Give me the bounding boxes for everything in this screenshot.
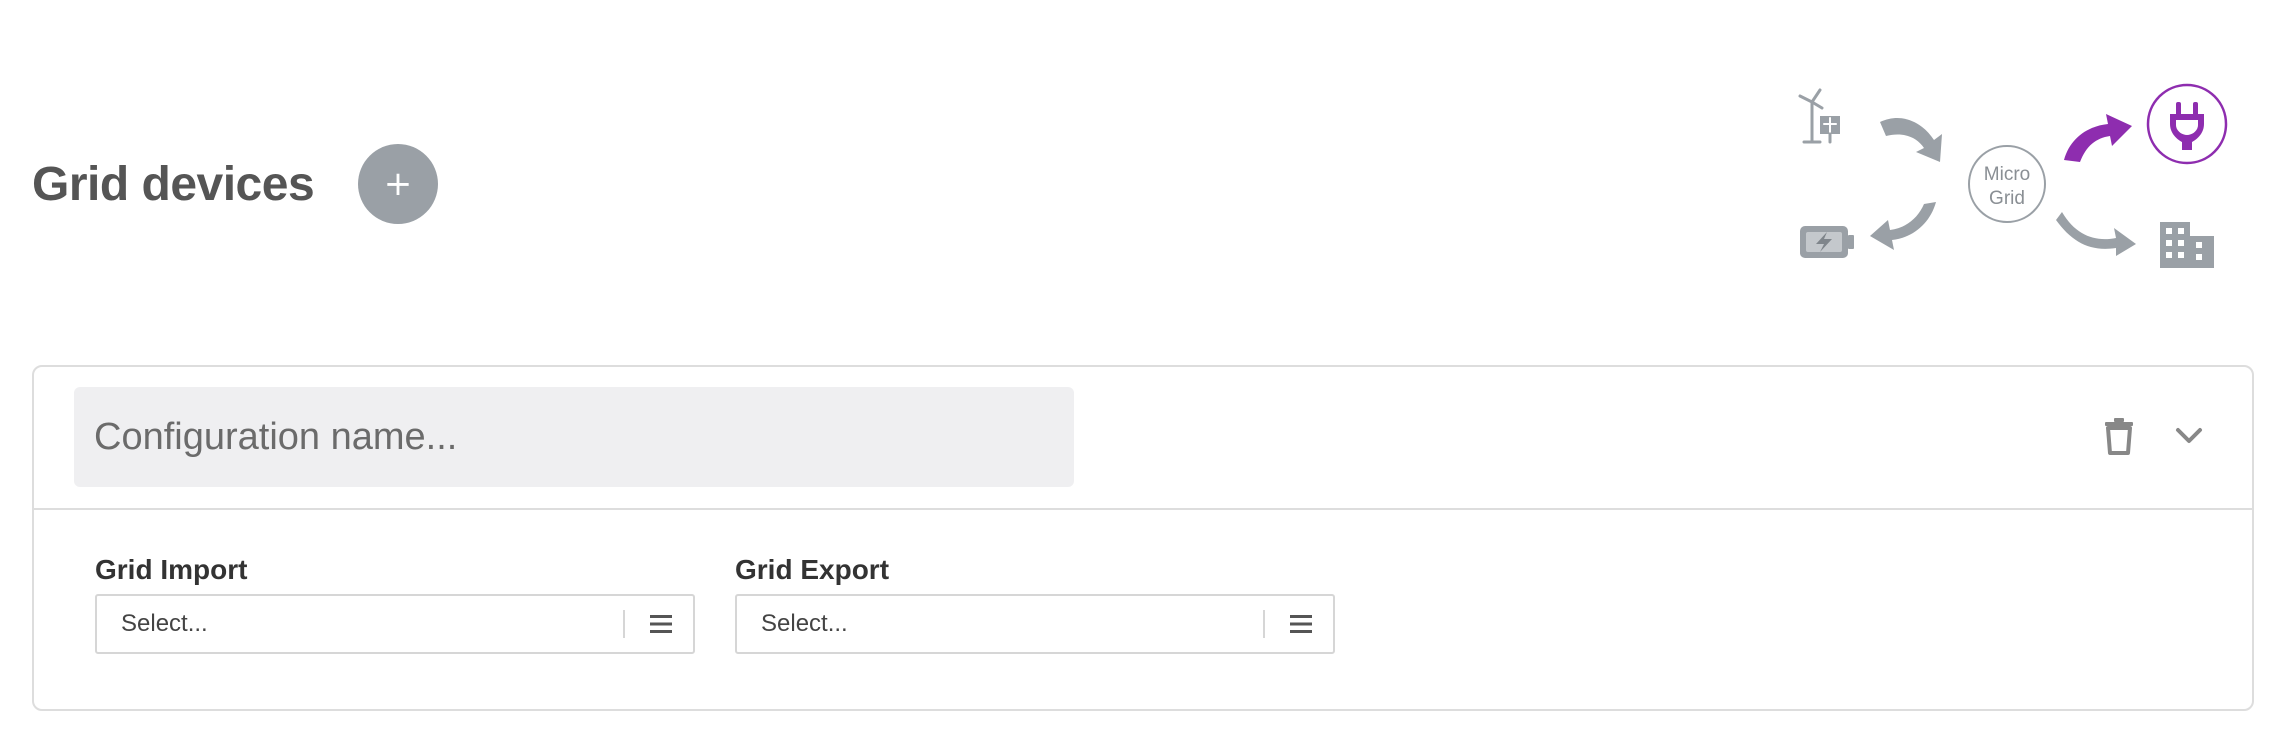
arrow-grid-plug-exchange-icon — [2064, 114, 2132, 162]
configuration-card-header — [34, 367, 2252, 510]
microgrid-flow-diagram: Micro Grid — [1790, 80, 2240, 280]
configuration-card: Grid Import Select... Grid Export Select… — [32, 365, 2254, 711]
microgrid-label-line2: Grid — [1989, 188, 2025, 209]
grid-import-label: Grid Import — [95, 554, 248, 585]
arrow-grid-to-building-icon — [2056, 212, 2136, 256]
grid-export-select-toggle[interactable] — [1279, 596, 1323, 652]
page-title: Grid devices — [32, 158, 315, 211]
grid-import-select-toggle[interactable] — [639, 596, 683, 652]
configuration-name-input[interactable] — [74, 387, 1074, 487]
grid-export-field: Grid Export Select... — [735, 552, 1335, 654]
renewables-icon — [1798, 88, 1840, 144]
grid-export-select[interactable]: Select... — [735, 594, 1335, 654]
collapse-configuration-button[interactable] — [2164, 411, 2214, 461]
grid-import-select[interactable]: Select... — [95, 594, 695, 654]
grid-import-select-value: Select... — [121, 610, 208, 637]
grid-export-label: Grid Export — [735, 554, 890, 585]
menu-lines-icon — [1290, 615, 1312, 633]
select-separator — [1263, 610, 1265, 638]
grid-import-field: Grid Import Select... — [95, 552, 695, 654]
building-icon — [2160, 222, 2214, 268]
trash-icon — [2105, 418, 2133, 455]
grid-export-select-value: Select... — [761, 610, 848, 637]
delete-configuration-button[interactable] — [2094, 411, 2144, 461]
menu-lines-icon — [650, 615, 672, 633]
battery-icon — [1800, 226, 1854, 258]
microgrid-label-line1: Micro — [1984, 164, 2030, 185]
add-device-button[interactable]: + — [358, 144, 438, 224]
arrow-grid-to-battery-icon — [1870, 202, 1936, 250]
arrow-renewables-to-grid-icon — [1880, 118, 1942, 162]
microgrid-flow-svg: Micro Grid — [1798, 83, 2228, 268]
grid-plug-icon — [2146, 83, 2228, 165]
select-separator — [623, 610, 625, 638]
chevron-down-icon — [2176, 428, 2202, 443]
microgrid-center-node: Micro Grid — [1968, 145, 2046, 223]
